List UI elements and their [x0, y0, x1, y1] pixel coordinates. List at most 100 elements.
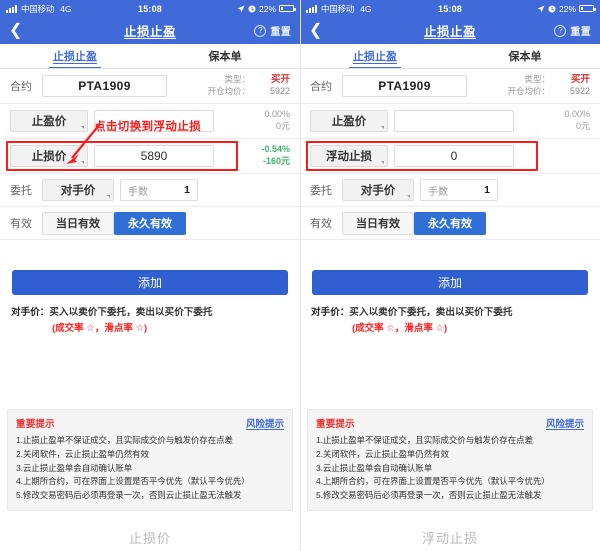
tab-bar: 止损止盈 保本单 — [300, 44, 600, 69]
validity-row: 有效 当日有效 永久有效 — [300, 207, 600, 240]
lots-label: 手数 — [428, 186, 448, 198]
tab-breakeven-order[interactable]: 保本单 — [450, 44, 600, 68]
add-button[interactable]: 添加 — [12, 270, 288, 295]
battery-icon — [579, 4, 596, 13]
contract-input[interactable]: PTA1909 — [42, 75, 167, 97]
question-mark-icon[interactable]: ? — [554, 24, 567, 37]
type-label: 类型： — [224, 74, 250, 85]
notice-header: 重要提示 风险提示 — [316, 416, 584, 430]
take-profit-pl: 0.00% 0元 — [264, 109, 290, 132]
take-profit-type-label: 止盈价 — [331, 116, 367, 128]
tab-stop-loss-profit[interactable]: 止损止盈 — [0, 44, 150, 68]
type-value: 买开 — [270, 74, 290, 86]
list-item: 3.云止损止盈单会自动确认账单 — [316, 462, 433, 473]
alarm-clock-icon — [548, 5, 556, 12]
reset-button[interactable]: 重置 — [270, 23, 291, 38]
contract-label: 合约 — [310, 81, 332, 93]
notice-title: 重要提示 — [316, 419, 355, 431]
lots-value: 1 — [184, 184, 190, 196]
list-item: 2.关闭软件，云止损止盈单仍然有效 — [316, 448, 449, 459]
validity-row: 有效 当日有效 永久有效 — [0, 207, 300, 240]
notice-header: 重要提示 风险提示 — [16, 416, 284, 430]
list-item: 1.止损止盈单不保证成交，且实际成交价与触发价存在点差 — [16, 435, 233, 446]
risk-disclosure-link[interactable]: 风险提示 — [246, 416, 284, 430]
hint-key: 对手价： — [11, 307, 50, 318]
reset-button[interactable]: 重置 — [570, 23, 591, 38]
tab-stop-loss-profit[interactable]: 止损止盈 — [300, 44, 450, 68]
important-notice: 重要提示 风险提示 1.止损止盈单不保证成交，且实际成交价与触发价存在点差 2.… — [7, 409, 293, 511]
hint-line-primary: 对手价：买入以卖价下委托，卖出以买价下委托 — [311, 304, 589, 318]
add-button[interactable]: 添加 — [312, 270, 588, 295]
tab-bar: 止损止盈 保本单 — [0, 44, 300, 69]
stop-loss-pl-amount: -160元 — [262, 156, 290, 166]
validity-option-permanent[interactable]: 永久有效 — [114, 211, 186, 235]
avg-price-value: 5922 — [569, 86, 590, 97]
avg-price-value: 5922 — [269, 86, 290, 97]
notice-list: 1.止损止盈单不保证成交，且实际成交价与触发价存在点差 2.关闭软件，云止损止盈… — [16, 434, 284, 503]
panel-trailing-stop: 中国移动 4G 15:08 22% ❮ 止损止盈 ? 重置 止损止盈 保本单 合… — [300, 0, 600, 551]
position-info: 类型： 买开 开仓均价： 5922 — [507, 74, 590, 97]
validity-segmented-control: 当日有效 永久有效 — [42, 211, 186, 235]
form-spacer — [300, 240, 600, 258]
position-info: 类型： 买开 开仓均价： 5922 — [207, 74, 290, 97]
list-item: 4.上期所合约，可在界面上设置是否平今优先（默认平今优先） — [316, 476, 550, 487]
chevron-down-icon — [107, 195, 110, 198]
stop-loss-row: 止损价 5890 -0.54% -160元 — [0, 139, 300, 174]
validity-option-permanent[interactable]: 永久有效 — [414, 211, 486, 235]
lots-input[interactable]: 手数 1 — [120, 179, 198, 201]
take-profit-input[interactable] — [394, 110, 514, 132]
lots-input[interactable]: 手数 1 — [420, 179, 498, 201]
validity-option-today[interactable]: 当日有效 — [342, 211, 414, 235]
entrust-price-type-button[interactable]: 对手价 — [42, 179, 114, 201]
validity-segmented-control: 当日有效 永久有效 — [342, 211, 486, 235]
list-item: 5.修改交易密码后必须再登录一次，否则云止损止盈无法触发 — [16, 490, 242, 501]
tab-breakeven-order[interactable]: 保本单 — [150, 44, 300, 68]
validity-label: 有效 — [10, 218, 32, 230]
risk-disclosure-link[interactable]: 风险提示 — [546, 416, 584, 430]
form-spacer — [0, 240, 300, 258]
battery-percent-label: 22% — [258, 3, 276, 14]
entrust-label: 委托 — [10, 185, 32, 197]
take-profit-pl: 0.00% 0元 — [564, 109, 590, 132]
entrust-label: 委托 — [310, 185, 332, 197]
status-bar-right: 22% — [537, 4, 596, 14]
take-profit-pl-percent: 0.00% — [564, 109, 590, 120]
contract-label: 合约 — [10, 81, 32, 93]
nav-bar-right: ? 重置 — [254, 23, 291, 38]
panel-caption-left: 止损价 — [128, 531, 171, 546]
contract-input[interactable]: PTA1909 — [342, 75, 467, 97]
hint-text: 买入以卖价下委托，卖出以买价下委托 — [349, 307, 513, 318]
hint-line-secondary: (成交率 ☆，滑点率 ☆) — [352, 323, 448, 334]
panel-caption-right: 浮动止损 — [421, 531, 478, 546]
price-type-hint: 对手价：买入以卖价下委托，卖出以买价下委托 (成交率 ☆，滑点率 ☆) — [0, 295, 300, 334]
list-item: 4.上期所合约，可在界面上设置是否平今优先（默认平今优先） — [16, 476, 250, 487]
status-bar-right: 22% — [237, 3, 296, 14]
stop-loss-pl-percent: -0.54% — [261, 144, 290, 155]
chevron-down-icon — [381, 126, 384, 129]
status-bar: 中国移动 4G 15:08 22% — [300, 0, 600, 17]
contract-row: 合约 PTA1909 类型： 买开 开仓均价： 5922 — [0, 69, 300, 104]
type-label: 类型： — [524, 74, 550, 85]
order-form: 合约 PTA1909 类型： 买开 开仓均价： 5922 止盈价 0.00% 0… — [300, 69, 600, 240]
take-profit-type-button[interactable]: 止盈价 — [310, 110, 388, 132]
order-form: 合约 PTA1909 类型： 买开 开仓均价： 5922 止盈价 0.00% 0… — [0, 69, 300, 240]
validity-option-today[interactable]: 当日有效 — [42, 211, 114, 235]
chevron-down-icon — [381, 161, 384, 164]
important-notice: 重要提示 风险提示 1.止损止盈单不保证成交，且实际成交价与触发价存在点差 2.… — [307, 409, 593, 511]
entrust-price-type-button[interactable]: 对手价 — [342, 179, 414, 201]
type-value: 买开 — [570, 74, 590, 86]
avg-price-label: 开仓均价： — [507, 86, 550, 97]
avg-price-label: 开仓均价： — [207, 86, 250, 97]
add-button-wrap: 添加 — [0, 258, 300, 295]
stop-loss-input[interactable]: 5890 — [94, 145, 214, 167]
nav-bar: ❮ 止损止盈 ? 重置 — [0, 17, 300, 44]
validity-label: 有效 — [310, 218, 332, 230]
question-mark-icon[interactable]: ? — [254, 24, 267, 37]
lots-value: 1 — [484, 184, 490, 196]
trailing-stop-type-button[interactable]: 浮动止损 — [310, 145, 388, 167]
contract-row: 合约 PTA1909 类型： 买开 开仓均价： 5922 — [300, 69, 600, 104]
entrust-row: 委托 对手价 手数 1 — [300, 174, 600, 207]
alarm-clock-icon — [248, 5, 256, 12]
trailing-stop-input[interactable]: 0 — [394, 145, 514, 167]
take-profit-pl-amount: 0元 — [275, 121, 290, 131]
